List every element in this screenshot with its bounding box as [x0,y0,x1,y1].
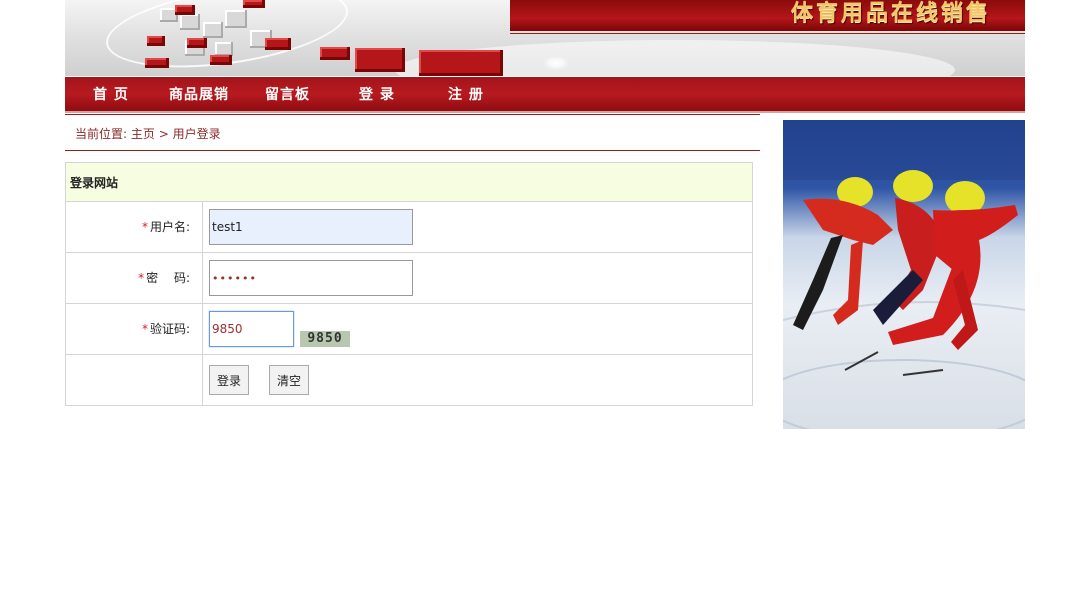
password-label-cell: * 密 码: [66,253,203,303]
banner-cube [203,22,223,38]
side-photo-speed-skaters [783,120,1025,429]
skaters-illustration [783,120,1025,429]
nav-item-products[interactable]: 商品展销 [169,77,229,111]
captcha-image[interactable]: 9850 [300,331,350,347]
captcha-label-cell: * 验证码: [66,304,203,354]
required-mark: * [141,322,148,336]
banner-cube [265,38,291,50]
login-heading: 登录网站 [66,163,752,202]
main-nav: 首 页 商品展销 留言板 登 录 注 册 [65,77,1025,113]
username-label: 用户名: [149,220,190,234]
actions-row: 登录 清空 [66,355,752,405]
password-input[interactable] [209,260,413,296]
nav-divider [65,114,760,115]
password-row: * 密 码: [66,253,752,304]
captcha-input[interactable] [209,311,294,347]
nav-item-register[interactable]: 注 册 [448,77,484,111]
header-title-bar: 体育用品在线销售 [510,0,1025,34]
captcha-label: 验证码: [149,322,190,336]
breadcrumb: 当前位置: 主页 > 用户登录 [65,116,760,151]
banner-cube [215,42,233,56]
password-label: 密 码: [146,271,190,285]
banner-cube [355,48,405,72]
breadcrumb-current: 用户登录 [172,127,221,141]
header-banner: 体育用品在线销售 [65,0,1025,76]
username-label-cell: * 用户名: [66,202,203,252]
banner-sparkle [543,56,569,70]
breadcrumb-home-link[interactable]: 主页 [131,127,155,141]
banner-cube [145,58,169,68]
banner-cube [187,38,207,48]
banner-cube [419,50,503,76]
nav-item-home[interactable]: 首 页 [93,77,129,111]
actions-label-cell [66,355,203,405]
banner-cube [175,5,195,15]
banner-cube [147,36,165,46]
banner-cube [320,47,350,60]
nav-item-guestbook[interactable]: 留言板 [265,77,310,111]
page-container: 体育用品在线销售 首 页 商品展销 留言板 登 录 注 册 当前位置: 主页 >… [65,0,1025,406]
required-mark: * [138,271,145,285]
banner-cube [180,14,200,30]
clear-button[interactable]: 清空 [269,365,309,395]
required-mark: * [141,220,148,234]
banner-cube [225,10,247,28]
banner-cube [243,0,265,8]
banner-cube [210,55,232,65]
nav-item-login[interactable]: 登 录 [359,77,395,111]
site-title: 体育用品在线销售 [790,1,991,26]
username-row: * 用户名: [66,202,752,253]
username-input[interactable] [209,209,413,245]
captcha-row: * 验证码: 9850 [66,304,752,355]
login-panel: 登录网站 *用户名: *密 码: *验证码: 9850 [65,162,753,406]
breadcrumb-prefix: 当前位置: [75,127,128,141]
breadcrumb-separator: > [158,127,169,141]
login-button[interactable]: 登录 [209,365,249,395]
